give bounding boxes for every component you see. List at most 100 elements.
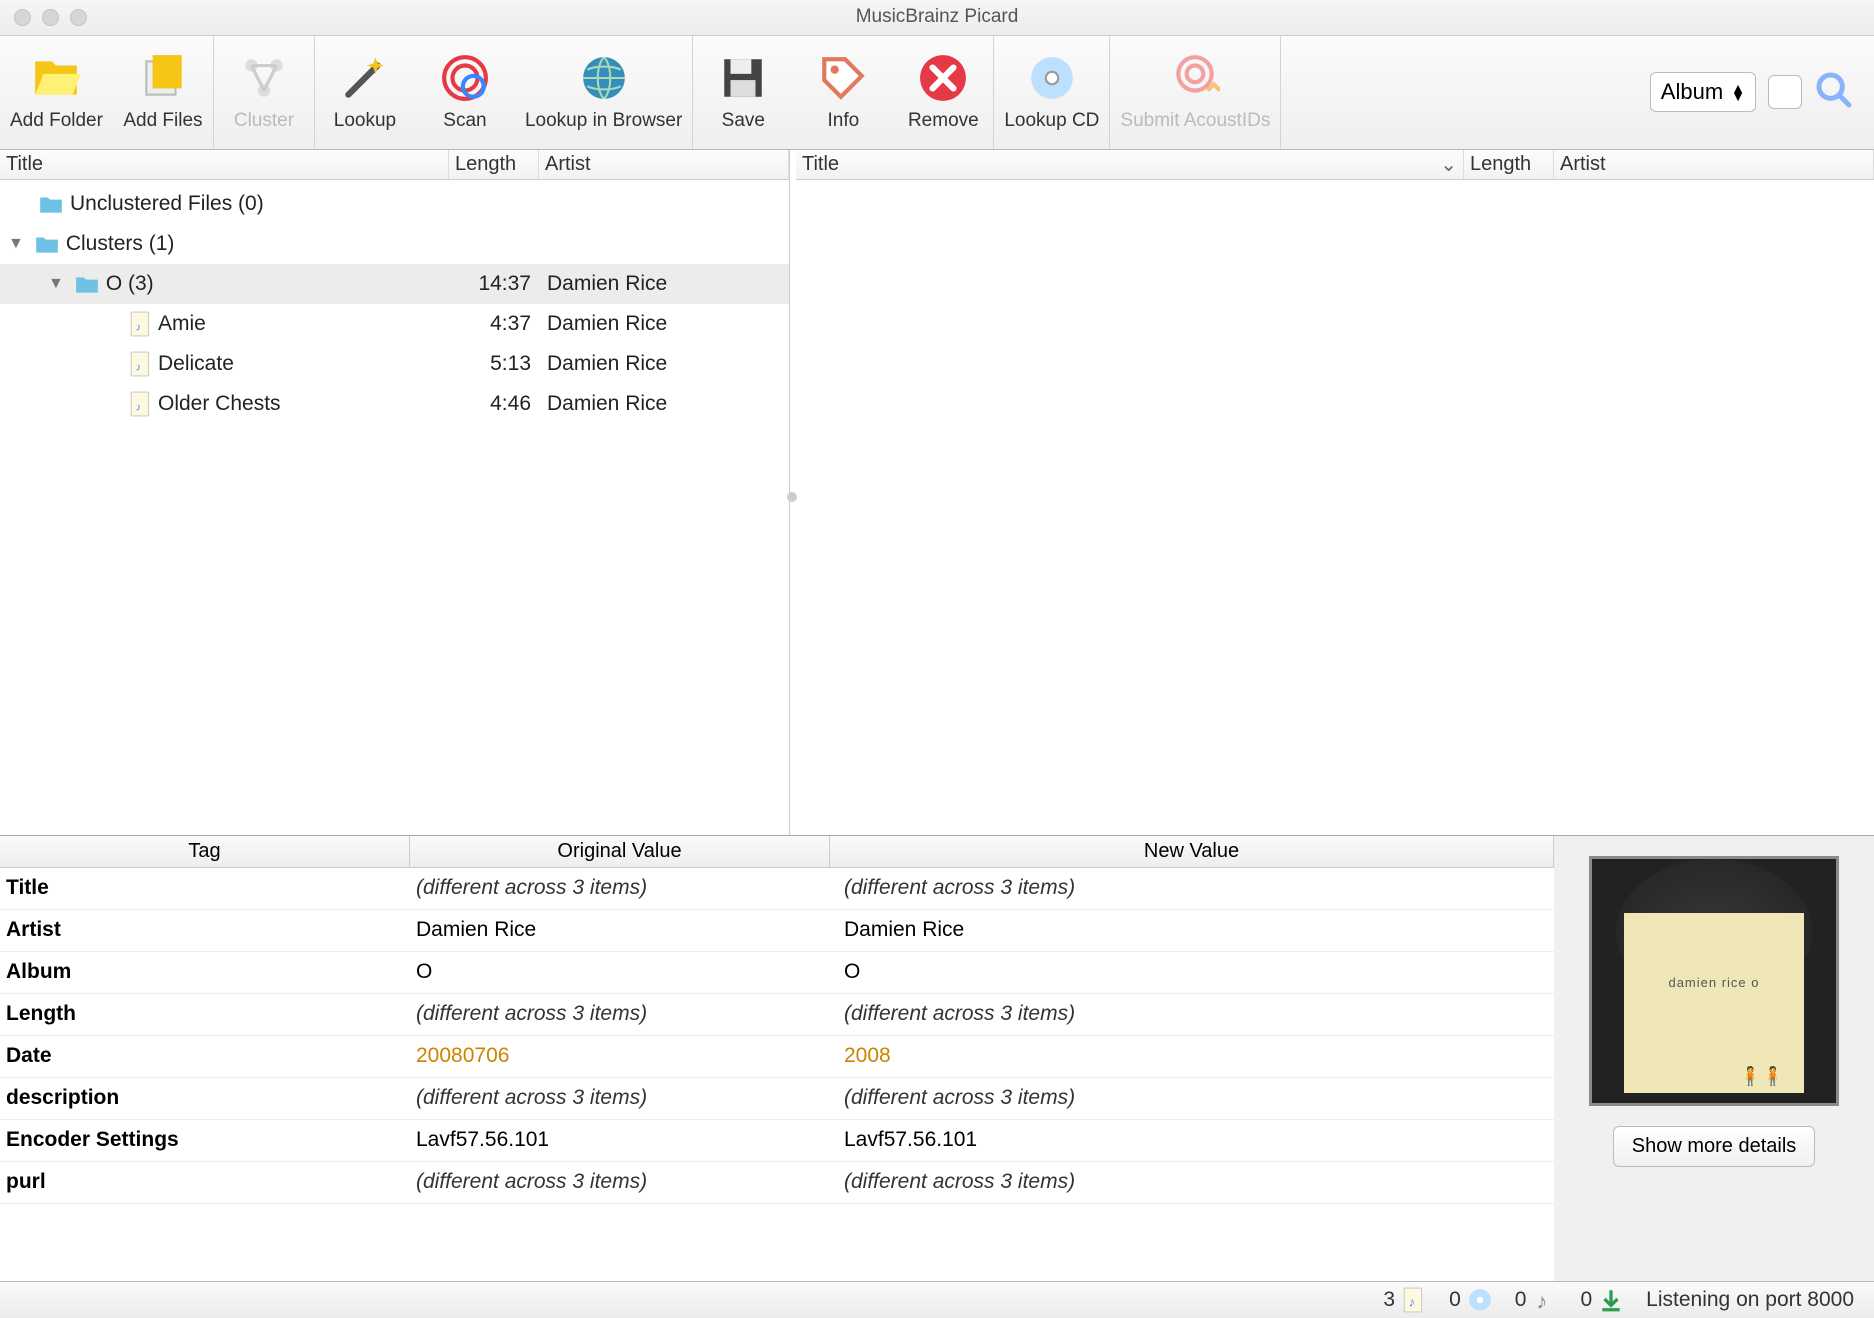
add-files-label: Add Files (123, 110, 202, 132)
music-file-icon: ♪ (1401, 1287, 1427, 1313)
col-title[interactable]: Title (0, 150, 449, 179)
disclosure-triangle-icon[interactable]: ▼ (8, 235, 24, 253)
tag-rows: Title(different across 3 items)(differen… (0, 868, 1554, 1282)
toolbar-right: Album ▲▼ (1650, 36, 1874, 149)
track-length: 4:37 (449, 312, 539, 336)
tag-row[interactable]: description(different across 3 items)(di… (0, 1078, 1554, 1120)
status-music: 0 ♪ (1515, 1287, 1559, 1313)
scan-button[interactable]: Scan (415, 36, 515, 149)
add-files-button[interactable]: Add Files (113, 36, 213, 149)
info-button[interactable]: Info (793, 36, 893, 149)
floppy-icon (717, 52, 769, 104)
right-tree[interactable] (796, 180, 1874, 835)
status-files-count: 3 (1383, 1288, 1395, 1312)
track-row[interactable]: ♪ Older Chests 4:46 Damien Rice (0, 384, 789, 424)
album-select-label: Album (1661, 79, 1723, 105)
unclustered-row[interactable]: Unclustered Files (0) (0, 184, 789, 224)
cover-art[interactable]: damien rice o 🧍🧍 (1589, 856, 1839, 1106)
track-artist: Damien Rice (539, 312, 789, 336)
cd-icon (1026, 52, 1078, 104)
tag-name: purl (0, 1162, 410, 1203)
track-row[interactable]: ♪ Amie 4:37 Damien Rice (0, 304, 789, 344)
cluster-album-row[interactable]: ▼ O (3) 14:37 Damien Rice (0, 264, 789, 304)
right-column-header: Title ⌄ Length Artist (796, 150, 1874, 180)
tag-row[interactable]: Encoder SettingsLavf57.56.101Lavf57.56.1… (0, 1120, 1554, 1162)
pane-splitter[interactable] (790, 150, 796, 835)
tag-row[interactable]: Length(different across 3 items)(differe… (0, 994, 1554, 1036)
window-title: MusicBrainz Picard (0, 6, 1874, 28)
tag-original-value: 20080706 (410, 1036, 830, 1077)
lookup-browser-button[interactable]: Lookup in Browser (515, 36, 692, 149)
add-folder-label: Add Folder (10, 110, 103, 132)
titlebar: MusicBrainz Picard (0, 0, 1874, 36)
folder-icon (74, 273, 100, 295)
note-icon: ♪ (1532, 1287, 1558, 1313)
tag-row[interactable]: Date200807062008 (0, 1036, 1554, 1078)
left-tree[interactable]: Unclustered Files (0) ▼ Clusters (1) ▼ O… (0, 180, 789, 835)
folder-icon (38, 193, 64, 215)
chevron-down-icon: ⌄ (1440, 152, 1457, 177)
right-pane: Title ⌄ Length Artist (796, 150, 1874, 835)
status-music-count: 0 (1515, 1288, 1527, 1312)
tag-name: Title (0, 868, 410, 909)
status-cd: 0 (1449, 1287, 1493, 1313)
disclosure-triangle-icon[interactable]: ▼ (48, 275, 64, 293)
tag-row[interactable]: Title(different across 3 items)(differen… (0, 868, 1554, 910)
folder-icon (34, 233, 60, 255)
col-title[interactable]: Title ⌄ (796, 150, 1464, 179)
track-length: 4:46 (449, 392, 539, 416)
tag-original-value: O (410, 952, 830, 993)
album-select[interactable]: Album ▲▼ (1650, 72, 1756, 112)
lookup-cd-button[interactable]: Lookup CD (994, 36, 1109, 149)
header-new[interactable]: New Value (830, 836, 1554, 867)
tag-row[interactable]: purl(different across 3 items)(different… (0, 1162, 1554, 1204)
track-artist: Damien Rice (539, 352, 789, 376)
track-title: Amie (158, 312, 206, 336)
search-icon[interactable] (1814, 70, 1854, 115)
add-folder-button[interactable]: Add Folder (0, 36, 113, 149)
search-field-box[interactable] (1768, 75, 1802, 109)
album-cover-inner: damien rice o 🧍🧍 (1624, 913, 1804, 1093)
status-files: 3 ♪ (1383, 1287, 1427, 1313)
show-more-details-button[interactable]: Show more details (1613, 1126, 1816, 1167)
submit-acoustids-button[interactable]: Submit AcoustIDs (1110, 36, 1280, 149)
cluster-button[interactable]: Cluster (214, 36, 314, 149)
tag-row[interactable]: ArtistDamien RiceDamien Rice (0, 910, 1554, 952)
tag-new-value: Damien Rice (830, 910, 1554, 951)
tag-new-value: (different across 3 items) (830, 994, 1554, 1035)
header-tag[interactable]: Tag (0, 836, 410, 867)
tag-name: Encoder Settings (0, 1120, 410, 1161)
save-button[interactable]: Save (693, 36, 793, 149)
tag-new-value: (different across 3 items) (830, 868, 1554, 909)
tag-name: Album (0, 952, 410, 993)
tag-name: description (0, 1078, 410, 1119)
music-file-icon: ♪ (130, 351, 152, 377)
status-cd-count: 0 (1449, 1288, 1461, 1312)
tag-original-value: (different across 3 items) (410, 868, 830, 909)
col-length[interactable]: Length (449, 150, 539, 179)
chevron-updown-icon: ▲▼ (1731, 84, 1745, 100)
lookup-button[interactable]: Lookup (315, 36, 415, 149)
tag-row[interactable]: AlbumOO (0, 952, 1554, 994)
col-length[interactable]: Length (1464, 150, 1554, 179)
svg-text:♪: ♪ (136, 321, 141, 333)
clusters-row[interactable]: ▼ Clusters (1) (0, 224, 789, 264)
col-artist[interactable]: Artist (1554, 150, 1874, 179)
cluster-icon (238, 52, 290, 104)
tag-name: Length (0, 994, 410, 1035)
svg-text:♪: ♪ (1409, 1295, 1416, 1310)
col-artist[interactable]: Artist (539, 150, 789, 179)
lookup-cd-label: Lookup CD (1004, 110, 1099, 132)
remove-button[interactable]: Remove (893, 36, 993, 149)
track-row[interactable]: ♪ Delicate 5:13 Damien Rice (0, 344, 789, 384)
header-original[interactable]: Original Value (410, 836, 830, 867)
svg-text:♪: ♪ (1537, 1289, 1548, 1313)
cluster-label: Cluster (234, 110, 294, 132)
tag-new-value: 2008 (830, 1036, 1554, 1077)
download-icon (1598, 1287, 1624, 1313)
info-label: Info (827, 110, 859, 132)
music-file-icon: ♪ (130, 391, 152, 417)
globe-icon (578, 52, 630, 104)
file-panes: Title Length Artist Unclustered Files (0… (0, 150, 1874, 835)
tag-new-value: (different across 3 items) (830, 1078, 1554, 1119)
